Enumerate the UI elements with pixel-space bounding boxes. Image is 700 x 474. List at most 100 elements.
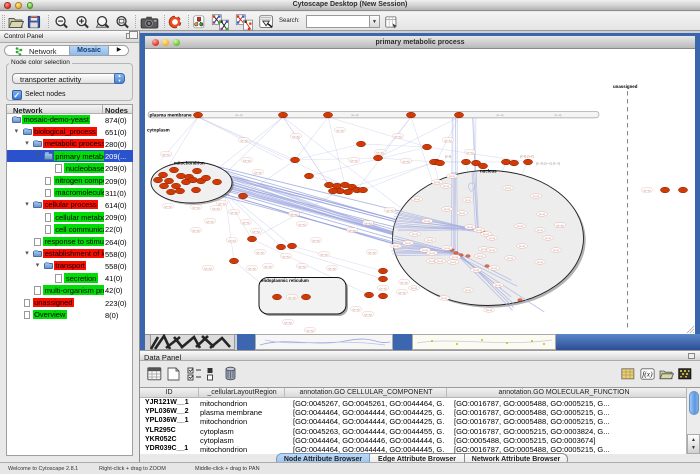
svg-text:(x-x): (x-x) (537, 228, 543, 232)
svg-text:(x-x): (x-x) (412, 232, 418, 236)
svg-text:(x--x): (x--x) (369, 250, 376, 254)
svg-text:(x--x): (x--x) (207, 219, 214, 223)
svg-text:(x--x): (x--x) (163, 152, 170, 156)
svg-text:(x-x): (x-x) (467, 225, 473, 229)
svg-text:(x-x): (x-x) (507, 256, 513, 260)
svg-text:(x-x): (x-x) (427, 238, 433, 242)
svg-text:(x--x): (x--x) (401, 280, 408, 284)
svg-text:[x--x]: [x--x] (497, 113, 504, 117)
svg-text:(x--x): (x--x) (205, 266, 212, 270)
svg-text:(x--x): (x--x) (299, 264, 306, 268)
svg-text:(x--x): (x--x) (403, 159, 410, 163)
svg-text:(x--x): (x--x) (257, 250, 264, 254)
svg-text:(x-x): (x-x) (444, 207, 450, 211)
svg-text:(x-x): (x-x) (477, 254, 483, 258)
svg-text:(x--x): (x--x) (321, 252, 328, 256)
svg-text:(x-x): (x-x) (414, 197, 420, 201)
svg-text:(x-x): (x-x) (459, 211, 465, 215)
svg-text:cytoplasm: cytoplasm (147, 128, 170, 133)
svg-text:(x--x): (x--x) (349, 228, 356, 232)
svg-text:(x--x): (x--x) (249, 266, 256, 270)
svg-text:(x-x): (x-x) (489, 248, 495, 252)
svg-text:(x-x): (x-x) (537, 260, 543, 264)
svg-text:(x-x): (x-x) (465, 288, 471, 292)
svg-text:(x--x): (x--x) (351, 158, 358, 162)
svg-text:(x--x): (x--x) (219, 201, 226, 205)
svg-text:(x-x): (x-x) (505, 186, 511, 190)
svg-text:(x-x): (x-x) (449, 174, 455, 178)
svg-text:(x--x): (x--x) (365, 312, 372, 316)
svg-text:(x--x): (x--x) (387, 208, 394, 212)
svg-text:(x--x): (x--x) (467, 150, 474, 154)
svg-text:plasma membrane: plasma membrane (150, 113, 192, 119)
svg-text:(x-x): (x-x) (452, 255, 458, 259)
svg-text:(x-x): (x-x) (444, 246, 450, 250)
svg-text:(x--x): (x--x) (165, 204, 172, 208)
svg-text:(x-x): (x-x) (483, 232, 489, 236)
svg-text:(x-x): (x-x) (495, 283, 501, 287)
svg-text:(x--x): (x--x) (285, 320, 292, 324)
svg-text:f(x): f(x) (642, 370, 653, 379)
svg-text:(x--x): (x--x) (231, 210, 238, 214)
svg-text:(x--x): (x--x) (289, 295, 296, 299)
svg-text:(x--x): (x--x) (244, 158, 251, 162)
svg-text:unassigned: unassigned (613, 84, 638, 89)
svg-text:(x-x): (x-x) (411, 286, 417, 290)
svg-text:(x--x): (x--x) (377, 150, 384, 154)
svg-text:(x--x): (x--x) (395, 134, 402, 138)
svg-text:(x--x): (x--x) (283, 254, 290, 258)
svg-text:(x--x): (x--x) (299, 222, 306, 226)
svg-text:(x--x): (x--x) (337, 128, 344, 132)
svg-text:(x-x): (x-x) (473, 268, 479, 272)
svg-text:(x-x): (x-x) (486, 308, 492, 312)
svg-text:(x-x): (x-x) (517, 224, 523, 228)
svg-text:(x-x): (x-x) (393, 244, 399, 248)
svg-text:(x--x): (x--x) (445, 138, 452, 142)
svg-text:(x--x): (x--x) (557, 223, 564, 227)
svg-text:(x-x): (x-x) (519, 244, 525, 248)
svg-text:(x-x): (x-x) (539, 212, 545, 216)
svg-text:(x-x): (x-x) (437, 259, 443, 263)
svg-text:(x--x): (x--x) (307, 328, 314, 332)
svg-text:(x--x): (x--x) (399, 290, 406, 294)
svg-text:(x--x): (x--x) (253, 229, 260, 233)
svg-text:(x-x): (x-x) (545, 236, 551, 240)
svg-text:(x-x): (x-x) (445, 155, 451, 159)
svg-text:(x-x): (x-x) (424, 219, 430, 223)
svg-text:(x--x): (x--x) (229, 238, 236, 242)
svg-text:(x-x): (x-x) (481, 247, 487, 251)
svg-text:endoplasmic reticulum: endoplasmic reticulum (261, 278, 309, 283)
svg-text:(x-x): (x-x) (476, 228, 482, 232)
svg-text:(x-x): (x-x) (465, 198, 471, 202)
svg-text:(x--x): (x--x) (291, 212, 298, 216)
svg-text:(x-x): (x-x) (443, 184, 449, 188)
svg-text:(x--x): (x--x) (241, 138, 248, 142)
svg-text:(x--x): (x--x) (313, 238, 320, 242)
svg-text:(x--x): (x--x) (365, 221, 372, 225)
svg-text:(x-x): (x-x) (533, 194, 539, 198)
svg-text:(x-x): (x-x) (429, 251, 435, 255)
svg-text:[x--x]: [x--x] (555, 113, 562, 117)
svg-text:(x--x): (x--x) (193, 205, 200, 209)
svg-text:[x--x]: [x--x] (352, 113, 359, 117)
svg-text:[x--x]: [x--x] (236, 113, 243, 117)
svg-text:(x--x): (x--x) (213, 206, 220, 210)
svg-text:(x-x): (x-x) (405, 241, 411, 245)
svg-text:mitochondrion: mitochondrion (174, 161, 205, 166)
svg-text:(x-x): (x-x) (434, 180, 440, 184)
svg-text:(x-x): (x-x) (491, 266, 497, 270)
svg-text:(x--x): (x--x) (243, 220, 250, 224)
svg-text:(x-x): (x-x) (450, 260, 456, 264)
svg-text:(x-x): (x-x) (441, 296, 447, 300)
svg-text:(x-x): (x-x) (429, 259, 435, 263)
svg-text:(x-x): (x-x) (489, 236, 495, 240)
svg-text:(x--x): (x--x) (193, 228, 200, 232)
svg-text:(x--x): (x--x) (644, 188, 651, 192)
svg-text:(x--x): (x--x) (353, 307, 360, 311)
svg-text:(x--x): (x--x) (380, 286, 387, 290)
svg-text:(x-x): (x-x) (553, 248, 559, 252)
svg-text:(x--x): (x--x) (293, 134, 300, 138)
svg-text:(x--x): (x--x) (329, 266, 336, 270)
svg-text:(x-x) (x-x): (x-x) (x-x) (520, 155, 534, 159)
svg-text:(x--x): (x--x) (255, 170, 262, 174)
